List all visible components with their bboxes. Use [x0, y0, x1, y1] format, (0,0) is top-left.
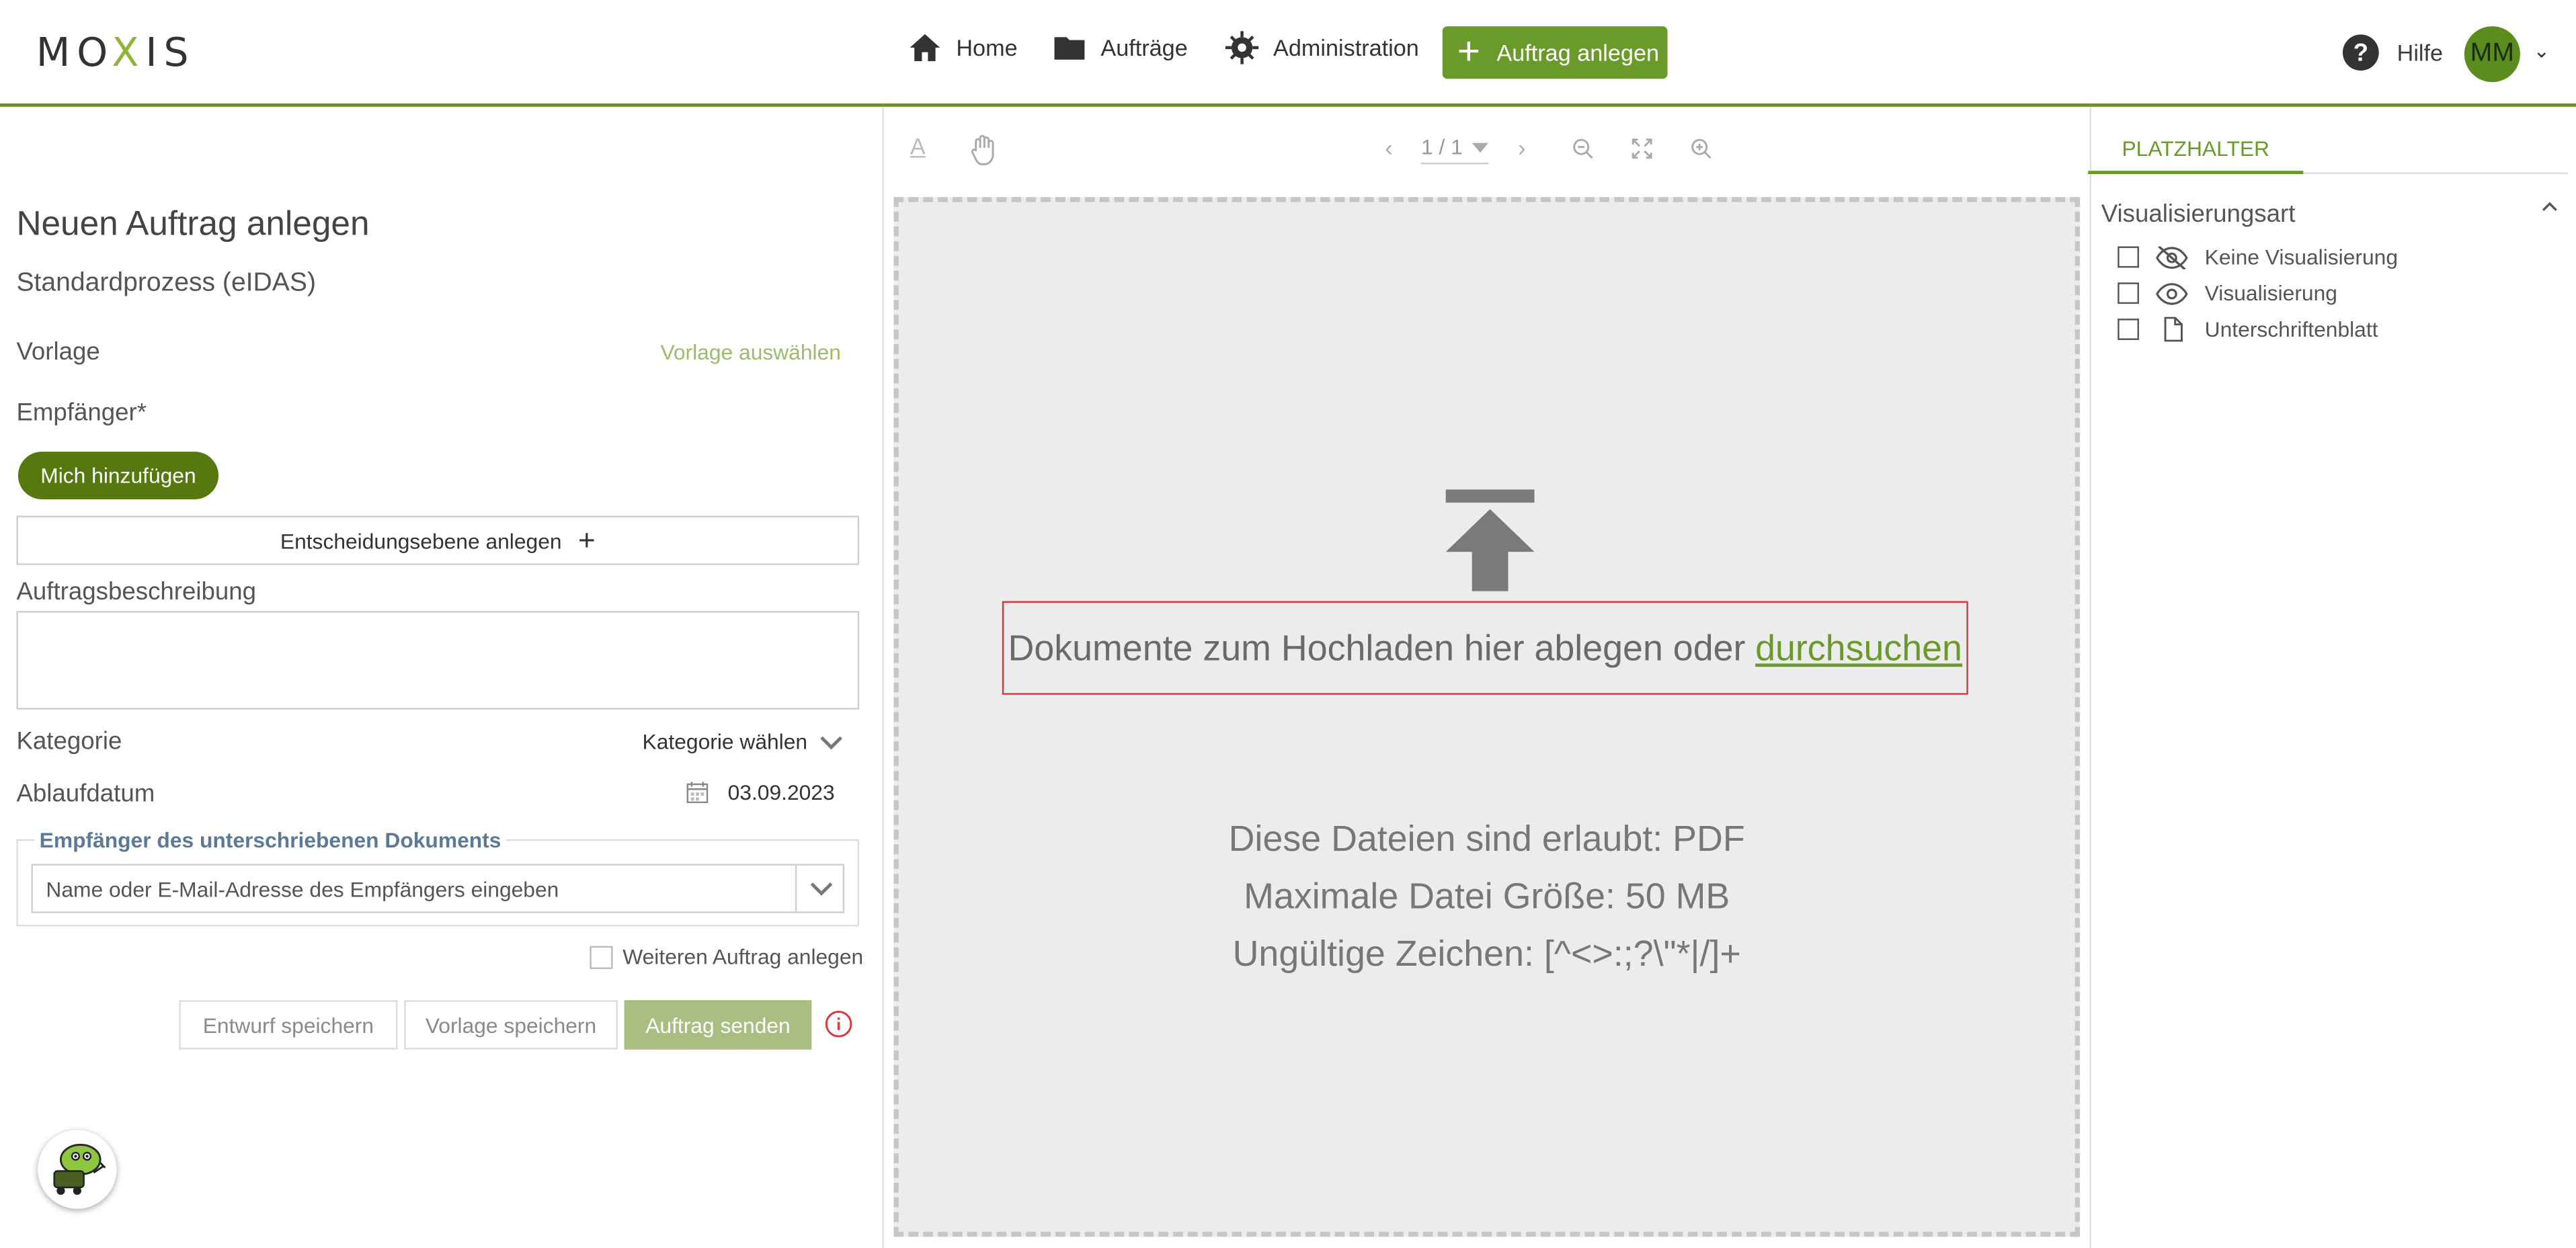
chevron-down-icon[interactable]	[795, 865, 846, 912]
zoom-in-icon[interactable]	[1691, 138, 1712, 159]
new-order-label: Auftrag anlegen	[1496, 39, 1660, 66]
calendar-icon	[686, 782, 709, 804]
save-draft-label: Entwurf speichern	[202, 1012, 374, 1038]
save-template-label: Vorlage speichern	[425, 1012, 597, 1038]
send-order-label: Auftrag senden	[645, 1012, 791, 1038]
send-order-button[interactable]: Auftrag senden	[624, 1000, 812, 1050]
page-selector[interactable]: 1 / 1	[1420, 134, 1489, 165]
chevron-down-icon	[821, 735, 844, 749]
eye-icon	[2156, 282, 2188, 304]
nav-orders-label: Aufträge	[1100, 34, 1188, 61]
checkbox[interactable]	[2118, 282, 2139, 304]
mascot-icon	[53, 1143, 106, 1195]
top-header: MOXIS Home Aufträge Administration + Auf…	[0, 0, 2576, 107]
checkbox[interactable]	[2118, 319, 2139, 340]
help-link[interactable]: ? Hilfe	[2341, 33, 2444, 73]
nav-administration[interactable]: Administration	[1224, 30, 1419, 66]
new-order-button[interactable]: + Auftrag anlegen	[1442, 26, 1668, 79]
avatar[interactable]: MM	[2464, 26, 2520, 83]
folder-icon	[1054, 37, 1085, 60]
category-select[interactable]: Kategorie wählen	[643, 729, 844, 754]
assistant-mascot-button[interactable]	[38, 1130, 117, 1209]
option-label: Visualisierung	[2204, 280, 2337, 306]
another-order-label: Weiteren Auftrag anlegen	[622, 944, 864, 969]
signed-recipient-legend: Empfänger des unterschriebenen Dokuments	[34, 827, 506, 853]
recipient-label: Empfänger*	[16, 399, 147, 427]
decision-level-label: Entscheidungsebene anlegen	[280, 528, 562, 553]
next-page-icon[interactable]: ›	[1518, 134, 1525, 161]
hand-tool-icon[interactable]	[969, 133, 999, 166]
chevron-up-icon[interactable]	[2542, 200, 2558, 212]
allowed-files-text: Diese Dateien sind erlaubt: PDF	[1228, 818, 1745, 860]
add-me-label: Mich hinzufügen	[40, 463, 196, 488]
visualization-section-title: Visualisierungsart	[2101, 200, 2296, 228]
nav-orders[interactable]: Aufträge	[1051, 30, 1188, 66]
save-draft-button[interactable]: Entwurf speichern	[179, 1000, 398, 1050]
upload-constraints: Diese Dateien sind erlaubt: PDF Maximale…	[899, 810, 2075, 983]
category-label: Kategorie	[16, 727, 122, 756]
plus-icon: +	[1457, 29, 1480, 74]
option-signature-sheet[interactable]: Unterschriftenblatt	[2118, 317, 2378, 342]
another-order-checkbox[interactable]: Weiteren Auftrag anlegen	[590, 944, 863, 969]
gear-icon	[1225, 31, 1259, 65]
help-label: Hilfe	[2397, 39, 2444, 66]
description-label: Auftragsbeschreibung	[16, 578, 257, 606]
upload-icon	[1445, 489, 1535, 591]
nav-home-label: Home	[956, 34, 1018, 61]
zoom-out-icon[interactable]	[1572, 138, 1594, 159]
signed-document-recipient-group: Empfänger des unterschriebenen Dokuments…	[16, 827, 860, 927]
home-icon	[910, 34, 940, 62]
save-template-button[interactable]: Vorlage speichern	[404, 1000, 618, 1050]
template-label: Vorlage	[16, 338, 100, 366]
category-select-value: Kategorie wählen	[642, 729, 808, 754]
process-name: Standardprozess (eIDAS)	[16, 269, 316, 298]
option-label: Unterschriftenblatt	[2204, 317, 2378, 342]
description-textarea[interactable]	[16, 611, 860, 710]
tab-placeholder[interactable]: PLATZHALTER	[2088, 126, 2304, 175]
info-icon[interactable]	[825, 1010, 853, 1038]
signed-recipient-input[interactable]: Name oder E-Mail-Adresse des Empfängers …	[31, 864, 846, 913]
nav-home[interactable]: Home	[907, 30, 1018, 66]
moxis-logo[interactable]: MOXIS	[36, 30, 196, 75]
drop-text: Dokumente zum Hochladen hier ablegen ode…	[1008, 626, 1746, 668]
file-drop-zone[interactable]: Dokumente zum Hochladen hier ablegen ode…	[893, 197, 2080, 1237]
order-form: Neuen Auftrag anlegen Standardprozess (e…	[0, 107, 881, 1248]
checkbox[interactable]	[2118, 246, 2139, 268]
browse-link[interactable]: durchsuchen	[1755, 626, 1962, 669]
max-size-text: Maximale Datei Größe: 50 MB	[1244, 875, 1730, 917]
expiry-date-value: 03.09.2023	[727, 780, 835, 805]
expiry-label: Ablaufdatum	[16, 780, 155, 808]
option-no-visualization[interactable]: Keine Visualisierung	[2118, 245, 2398, 269]
previous-page-icon[interactable]: ‹	[1385, 134, 1392, 161]
option-label: Keine Visualisierung	[2204, 245, 2398, 269]
placeholder-panel: PLATZHALTER Visualisierungsart Keine Vis…	[2088, 107, 2576, 1248]
add-me-button[interactable]: Mich hinzufügen	[17, 452, 219, 499]
help-icon: ?	[2342, 34, 2379, 71]
chevron-down-icon[interactable]: ⌄	[2533, 40, 2550, 63]
invalid-chars-text: Ungültige Zeichen: [^<>:;?\"*|/]+	[1232, 933, 1741, 974]
option-visualization[interactable]: Visualisierung	[2118, 281, 2337, 306]
checkbox[interactable]	[590, 945, 613, 968]
svg-text:?: ?	[2353, 38, 2368, 66]
add-decision-level-button[interactable]: Entscheidungsebene anlegen +	[16, 515, 860, 565]
drop-instruction: Dokumente zum Hochladen hier ablegen ode…	[1002, 601, 1968, 695]
avatar-initials: MM	[2470, 39, 2514, 68]
caret-down-icon	[1472, 142, 1489, 153]
select-template-link[interactable]: Vorlage auswählen	[660, 340, 840, 365]
tab-placeholder-label: PLATZHALTER	[2122, 136, 2269, 161]
fit-screen-icon[interactable]	[1632, 138, 1653, 159]
signed-recipient-placeholder: Name oder E-Mail-Adresse des Empfängers …	[46, 877, 559, 902]
document-icon	[2164, 317, 2183, 342]
plus-icon: +	[577, 524, 596, 557]
page-title: Neuen Auftrag anlegen	[16, 205, 370, 243]
text-select-icon[interactable]: A	[910, 133, 926, 159]
eye-off-icon	[2156, 245, 2188, 269]
nav-administration-label: Administration	[1273, 34, 1419, 61]
document-viewer: A ‹ 1 / 1 › Dokumente zum Hochladen hier…	[882, 106, 2092, 1248]
page-indicator: 1 / 1	[1420, 134, 1463, 160]
expiry-date-field[interactable]: 03.09.2023	[686, 780, 835, 805]
